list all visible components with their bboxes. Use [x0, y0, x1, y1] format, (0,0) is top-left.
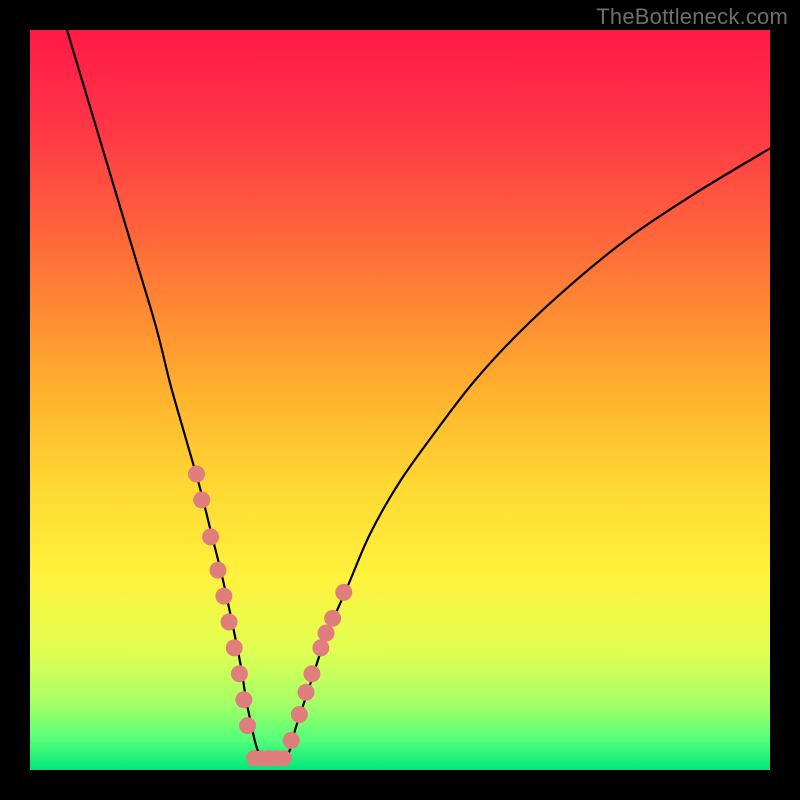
plot-area — [30, 30, 770, 770]
marker-dot — [215, 588, 232, 605]
marker-dot — [193, 491, 210, 508]
chart-stage: TheBottleneck.com — [0, 0, 800, 800]
marker-dot — [226, 639, 243, 656]
watermark-text: TheBottleneck.com — [596, 4, 788, 30]
marker-dot — [335, 584, 352, 601]
marker-dot — [231, 665, 248, 682]
marker-dot — [303, 665, 320, 682]
marker-dot — [276, 750, 292, 766]
marker-dot — [239, 717, 256, 734]
marker-dot — [221, 614, 238, 631]
marker-dot — [202, 528, 219, 545]
marker-dot — [298, 684, 315, 701]
marker-dot — [312, 639, 329, 656]
marker-dot — [291, 706, 308, 723]
marker-dot — [235, 691, 252, 708]
marker-dot — [283, 732, 300, 749]
marker-dot — [188, 466, 205, 483]
marker-dot — [318, 625, 335, 642]
plot-svg — [30, 30, 770, 770]
gradient-background — [30, 30, 770, 770]
marker-dot — [209, 562, 226, 579]
marker-dot — [324, 610, 341, 627]
